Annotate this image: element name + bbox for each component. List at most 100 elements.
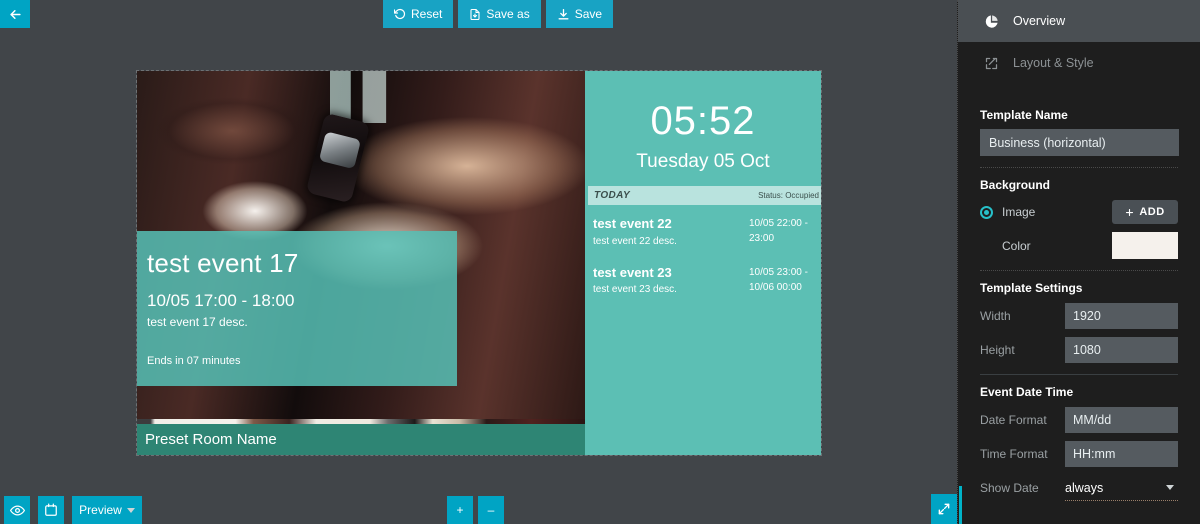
agenda-event-desc: test event 23 desc. [593,284,677,296]
occupancy-status: Status: Occupied [758,191,819,200]
edit-pencil-icon [984,56,999,71]
divider [980,374,1178,375]
current-event-card[interactable]: test event 17 10/05 17:00 - 18:00 test e… [137,231,457,386]
agenda-event-time: 10/05 22:00 - 23:00 [749,218,808,244]
reset-button[interactable]: Reset [383,0,454,28]
expand-panel-button[interactable] [931,494,957,524]
height-row: Height [980,337,1178,363]
save-as-button[interactable]: Save as [458,0,541,28]
top-action-group: Reset Save as Save [383,0,614,28]
sidebar-content: Template Name Background Image ADD [958,84,1200,501]
background-color-label: Color [1002,238,1031,253]
width-label: Width [980,309,1011,323]
add-button-label: ADD [1139,206,1165,218]
save-button[interactable]: Save [545,0,614,28]
clock-agenda-panel[interactable]: 05:52 Tuesday 05 Oct TODAY Status: Occup… [585,71,821,455]
calendar-button[interactable] [38,496,64,524]
calendar-icon [44,503,58,517]
background-image-label: Image [1002,205,1036,219]
background-image-option[interactable]: Image [980,205,1035,219]
agenda-event-time: 10/05 23:00 - 10/06 00:00 [749,266,808,293]
back-button[interactable] [0,0,30,28]
sidebar-accent-bottom [959,486,962,524]
agenda-event-name: test event 22 [593,216,672,231]
save-as-label: Save as [486,7,530,21]
current-event-time: 10/05 17:00 - 18:00 [147,290,295,310]
time-format-label: Time Format [980,447,1048,461]
background-image-row: Image ADD [980,200,1178,224]
divider [980,270,1178,271]
show-date-row: Show Date always [980,475,1178,501]
event-date-time-heading: Event Date Time [980,385,1074,399]
background-color-row: Color [980,232,1178,259]
chevron-down-icon [126,507,135,513]
preview-dropdown-label: Preview [79,503,122,517]
top-toolbar: Reset Save as Save [0,0,955,28]
download-icon [557,8,570,21]
today-label: TODAY [594,190,631,201]
radio-selected-icon[interactable] [980,205,993,219]
reset-label: Reset [411,7,443,21]
room-name-bar[interactable]: Preset Room Name [137,424,585,455]
pie-chart-icon [984,14,999,29]
room-name-label: Preset Room Name [145,431,277,448]
width-row: Width [980,303,1178,329]
background-image-panel[interactable]: test event 17 10/05 17:00 - 18:00 test e… [137,71,585,455]
template-name-heading: Template Name [980,108,1068,122]
tab-overview[interactable]: Overview [958,0,1200,42]
height-input[interactable] [1065,337,1178,363]
list-item[interactable]: test event 23 test event 23 desc. 10/05 … [593,265,821,296]
refresh-icon [394,8,406,20]
zoom-out-button[interactable]: – [478,496,504,524]
add-background-image-button[interactable]: ADD [1112,200,1178,224]
preview-visibility-button[interactable] [4,496,30,524]
tab-overview-label: Overview [1013,14,1066,28]
agenda-event-name: test event 23 [593,264,672,280]
current-event-description: test event 17 desc. [147,315,248,330]
tab-layout-style-label: Layout & Style [1013,56,1094,70]
background-color-swatch[interactable] [1112,232,1178,259]
canvas-area[interactable]: test event 17 10/05 17:00 - 18:00 test e… [0,28,955,496]
settings-sidebar: Overview Layout & Style Template Name Ba… [957,0,1200,524]
date-format-row: Date Format [980,407,1178,433]
agenda-event-list: test event 22 test event 22 desc. 10/05 … [593,216,821,313]
eye-icon [9,503,25,518]
clock-date: Tuesday 05 Oct [636,151,770,172]
template-settings-heading: Template Settings [980,281,1083,295]
preview-mode-dropdown[interactable]: Preview [72,496,142,524]
zoom-out-label: – [487,503,495,517]
arrow-left-icon [8,7,23,22]
current-event-countdown: Ends in 07 minutes [147,355,241,368]
zoom-in-button[interactable]: + [447,496,473,524]
time-format-row: Time Format [980,441,1178,467]
background-color-option[interactable]: Color [980,239,1031,253]
plus-icon [1125,208,1134,217]
width-input[interactable] [1065,303,1178,329]
show-date-value: always [1065,480,1104,495]
agenda-event-text: test event 22 test event 22 desc. [593,216,711,247]
file-save-icon [469,8,481,21]
zoom-in-label: + [456,503,464,517]
tab-layout-style[interactable]: Layout & Style [958,42,1200,84]
app-root: Reset Save as Save test event 17 10/05 1… [0,0,1200,524]
template-name-input[interactable] [980,129,1179,156]
current-event-title: test event 17 [147,248,299,278]
date-format-label: Date Format [980,413,1047,427]
date-format-input[interactable] [1065,407,1178,433]
template-preview[interactable]: test event 17 10/05 17:00 - 18:00 test e… [136,70,822,456]
show-date-select[interactable]: always [1065,475,1178,501]
bottom-toolbar: Preview + – [0,496,955,524]
agenda-event-text: test event 23 test event 23 desc. [593,265,711,296]
today-status-bar: TODAY Status: Occupied [588,186,821,205]
clock-time: 05:52 [650,99,756,143]
background-heading: Background [980,178,1051,192]
height-label: Height [980,343,1015,357]
save-label: Save [574,7,603,21]
agenda-event-desc: test event 22 desc. [593,235,677,247]
time-format-input[interactable] [1065,441,1178,467]
list-item[interactable]: test event 22 test event 22 desc. 10/05 … [593,216,821,247]
show-date-label: Show Date [980,481,1039,495]
chevron-down-icon [1166,485,1174,490]
divider [980,167,1178,168]
expand-arrows-icon [937,502,951,516]
